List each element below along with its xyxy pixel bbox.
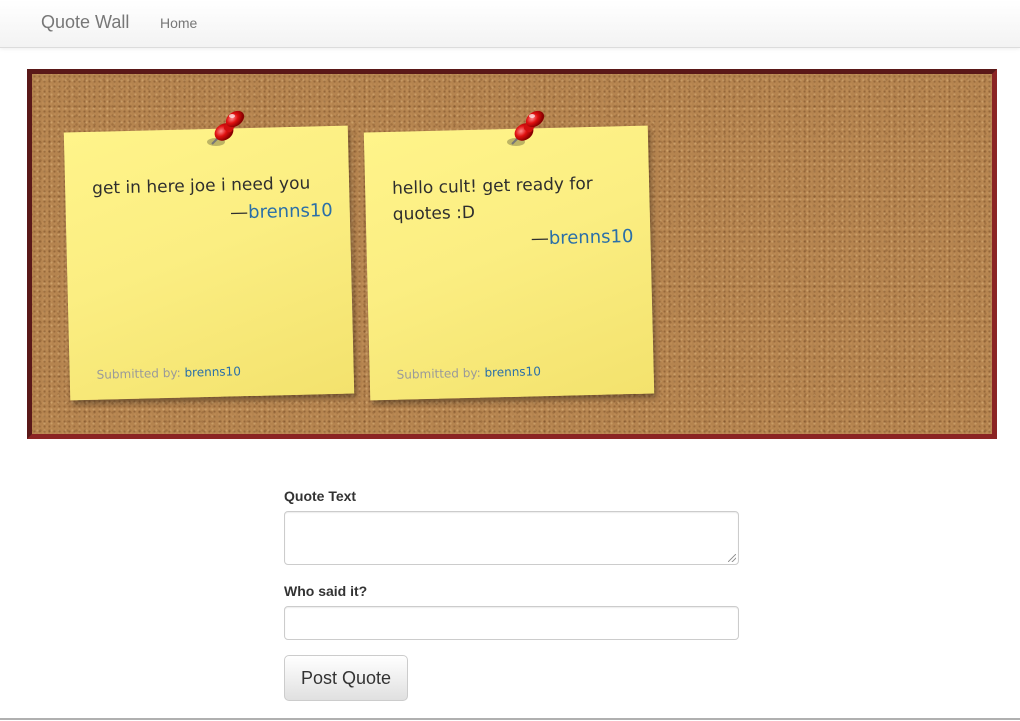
pushpin-icon	[507, 110, 545, 146]
submitted-label: Submitted by:	[96, 365, 185, 382]
top-navbar: Quote Wall Home	[0, 0, 1020, 48]
quote-text: hello cult! get ready for quotes :D	[391, 173, 593, 225]
page-bottom-divider	[0, 718, 1020, 720]
submitted-by: Submitted by: brenns10	[97, 364, 242, 382]
attribution-dash: —	[530, 228, 550, 250]
quote-text-label: Quote Text	[284, 488, 357, 504]
quote-text-input[interactable]	[284, 511, 739, 565]
who-said-label: Who said it?	[284, 583, 368, 599]
quote-author-link[interactable]: brenns10	[248, 200, 333, 223]
nav-home-link[interactable]: Home	[160, 15, 197, 31]
attribution-dash: —	[229, 202, 249, 224]
sticky-note: hello cult! get ready for quotes :D —bre…	[363, 125, 655, 401]
sticky-note: get in here joe i need you —brenns10 Sub…	[63, 125, 355, 401]
brand-link[interactable]: Quote Wall	[41, 12, 129, 33]
quote-attribution: —brenns10	[393, 224, 634, 256]
quote-body: get in here joe i need you —brenns10	[92, 170, 338, 230]
new-quote-form: Quote Text Who said it? Post Quote	[284, 488, 739, 701]
submitted-label: Submitted by:	[396, 365, 485, 382]
pushpin-icon	[207, 110, 245, 146]
quote-corkboard: get in here joe i need you —brenns10 Sub…	[27, 69, 997, 439]
quote-body: hello cult! get ready for quotes :D —bre…	[392, 170, 639, 256]
quote-text: get in here joe i need you	[91, 173, 311, 199]
submitted-by: Submitted by: brenns10	[397, 364, 542, 382]
submitter-link[interactable]: brenns10	[184, 364, 241, 379]
post-quote-button[interactable]: Post Quote	[284, 655, 408, 701]
submitter-link[interactable]: brenns10	[484, 364, 541, 379]
resize-grip-icon[interactable]	[728, 554, 736, 562]
quote-author-link[interactable]: brenns10	[549, 226, 634, 249]
quote-attribution: —brenns10	[93, 198, 334, 230]
who-said-input[interactable]	[284, 606, 739, 640]
